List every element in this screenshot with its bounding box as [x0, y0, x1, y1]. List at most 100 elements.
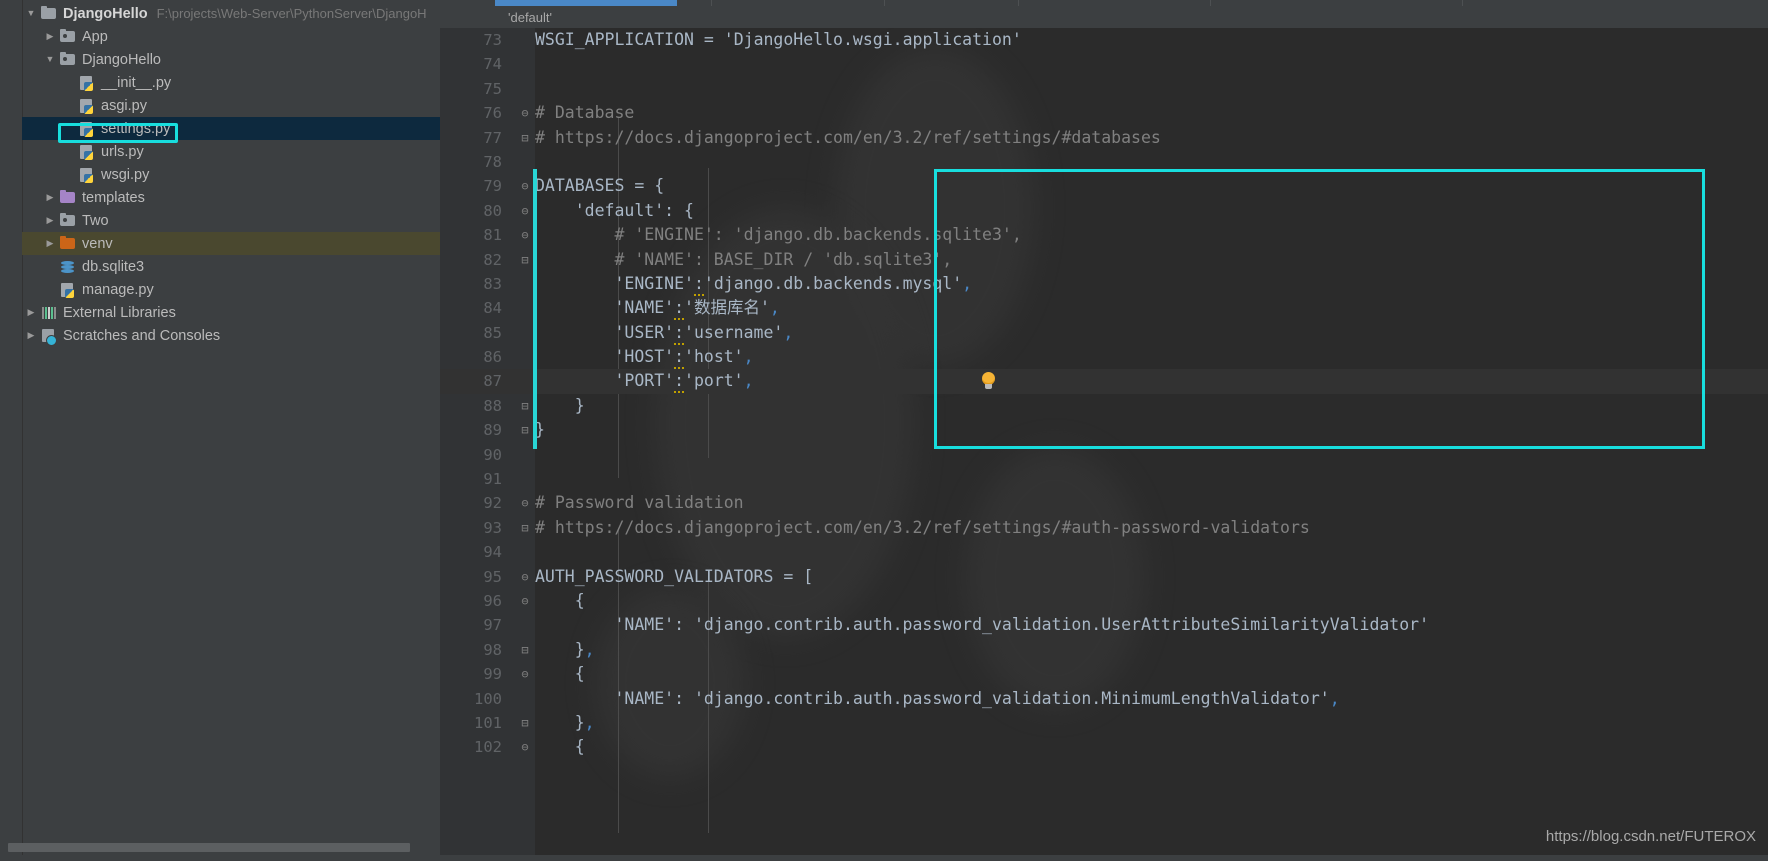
tree-item-init-py[interactable]: __init__.py [22, 71, 440, 94]
tree-item-label: Two [82, 212, 109, 229]
project-tree-horizontal-scrollbar[interactable] [8, 843, 440, 852]
line-number: 99 [483, 665, 502, 684]
code-line[interactable]: 92 ⊖ # Password validation [440, 491, 1768, 515]
code-line[interactable]: 90 [440, 443, 1768, 467]
tree-item-urls-py[interactable]: urls.py [22, 140, 440, 163]
line-number: 94 [483, 543, 502, 562]
breadcrumb-item[interactable]: 'default' [508, 10, 552, 25]
fold-end-icon[interactable]: ⊟ [518, 394, 532, 418]
tree-item-label: db.sqlite3 [82, 258, 145, 275]
code-line[interactable]: 100 'NAME': 'django.contrib.auth.passwor… [440, 687, 1768, 711]
chevron-right-icon[interactable]: ▶ [22, 331, 40, 340]
code-line[interactable]: 81 ⊖ # 'ENGINE': 'django.db.backends.sqli… [440, 223, 1768, 247]
fold-collapse-icon[interactable]: ⊖ [518, 174, 532, 198]
tree-item-two[interactable]: ▶ Two [22, 209, 440, 232]
project-tree[interactable]: ▼ DjangoHello F:\projects\Web-Server\Pytho… [22, 0, 440, 347]
tree-item-venv[interactable]: ▶ venv [22, 232, 440, 255]
code-line[interactable]: 85 'USER':'username', [440, 321, 1768, 345]
chevron-down-icon[interactable]: ▼ [41, 55, 59, 64]
code-line[interactable]: 99 ⊖ { [440, 662, 1768, 686]
fold-end-icon[interactable]: ⊟ [518, 516, 532, 540]
code-line[interactable]: 84 'NAME':'数据库名', [440, 296, 1768, 321]
editor-tab-strip[interactable] [440, 0, 1768, 7]
code-line[interactable]: 80 ⊖ 'default': { [440, 199, 1768, 223]
tree-item-djangohello[interactable]: ▼ DjangoHello [22, 48, 440, 71]
code-line[interactable]: 77 ⊟ # https://docs.djangoproject.com/en/3… [440, 126, 1768, 150]
chevron-down-icon[interactable]: ▼ [22, 9, 40, 18]
code-line[interactable]: 94 [440, 540, 1768, 564]
tree-item-db-sqlite3[interactable]: db.sqlite3 [22, 255, 440, 278]
code-line[interactable]: 76 ⊖ # Database [440, 101, 1768, 125]
project-tool-window: ▼ DjangoHello F:\projects\Web-Server\Pytho… [0, 0, 440, 861]
code-line[interactable]: 73 WSGI_APPLICATION = 'DjangoHello.wsgi.a… [440, 28, 1768, 52]
code-line[interactable]: 91 [440, 467, 1768, 491]
line-number: 89 [483, 421, 502, 440]
ide-window: ▼ DjangoHello F:\projects\Web-Server\Pytho… [0, 0, 1768, 861]
code-line[interactable]: 96 ⊖ { [440, 589, 1768, 613]
fold-collapse-icon[interactable]: ⊖ [518, 589, 532, 613]
fold-end-icon[interactable]: ⊟ [518, 248, 532, 272]
code-line[interactable]: 98 ⊟ }, [440, 638, 1768, 662]
code-line[interactable]: 79 ⊖ DATABASES = { [440, 174, 1768, 198]
fold-collapse-icon[interactable]: ⊖ [518, 662, 532, 686]
python-file-icon [78, 75, 96, 91]
code-text: }, [535, 712, 595, 732]
breadcrumb[interactable]: 'default' [440, 7, 1768, 28]
code-line[interactable]: 97 'NAME': 'django.contrib.auth.password… [440, 613, 1768, 637]
tree-item-templates[interactable]: ▶ templates [22, 186, 440, 209]
chevron-right-icon[interactable]: ▶ [41, 32, 59, 41]
tree-item-scratches-and-consoles[interactable]: ▶ Scratches and Consoles [22, 324, 440, 347]
fold-end-icon[interactable]: ⊟ [518, 126, 532, 150]
tree-item-wsgi-py[interactable]: wsgi.py [22, 163, 440, 186]
tree-item-asgi-py[interactable]: asgi.py [22, 94, 440, 117]
fold-end-icon[interactable]: ⊟ [518, 711, 532, 735]
code-line[interactable]: 93 ⊟ # https://docs.djangoproject.com/en/3… [440, 516, 1768, 540]
code-line[interactable]: 74 [440, 52, 1768, 76]
line-number: 85 [483, 323, 502, 342]
tree-item-app[interactable]: ▶ App [22, 25, 440, 48]
tree-item-manage-py[interactable]: manage.py [22, 278, 440, 301]
code-content-area[interactable]: 73 WSGI_APPLICATION = 'DjangoHello.wsgi.a… [440, 28, 1768, 861]
tree-item-settings-py[interactable]: settings.py [22, 117, 440, 140]
tree-item-djangohello[interactable]: ▼ DjangoHello F:\projects\Web-Server\Pytho… [22, 2, 440, 25]
fold-collapse-icon[interactable]: ⊖ [518, 223, 532, 247]
code-line[interactable]: 87 'PORT':'port', [440, 369, 1768, 394]
intention-bulb-icon[interactable] [981, 372, 997, 390]
fold-collapse-icon[interactable]: ⊖ [518, 491, 532, 515]
tree-item-label: urls.py [101, 143, 144, 160]
fold-collapse-icon[interactable]: ⊖ [518, 565, 532, 589]
code-line[interactable]: 86 'HOST':'host', [440, 345, 1768, 370]
fold-collapse-icon[interactable]: ⊖ [518, 199, 532, 223]
code-line[interactable]: 88 ⊟ } [440, 394, 1768, 418]
tree-item-external-libraries[interactable]: ▶ External Libraries [22, 301, 440, 324]
fold-end-icon[interactable]: ⊟ [518, 638, 532, 662]
code-text: # Database [535, 103, 635, 123]
chevron-right-icon[interactable]: ▶ [22, 308, 40, 317]
code-text: 'PORT':'port', [535, 369, 754, 394]
code-lines[interactable]: 73 WSGI_APPLICATION = 'DjangoHello.wsgi.a… [440, 28, 1768, 760]
code-text: { [535, 590, 585, 610]
chevron-right-icon[interactable]: ▶ [41, 193, 59, 202]
code-line[interactable]: 95 ⊖ AUTH_PASSWORD_VALIDATORS = [ [440, 565, 1768, 589]
code-line[interactable]: 75 [440, 77, 1768, 101]
code-line[interactable]: 102 ⊖ { [440, 735, 1768, 759]
fold-collapse-icon[interactable]: ⊖ [518, 735, 532, 759]
code-line[interactable]: 83 'ENGINE':'django.db.backends.mysql', [440, 272, 1768, 296]
code-line[interactable]: 82 ⊟ # 'NAME': BASE_DIR / 'db.sqlite3', [440, 248, 1768, 272]
fold-collapse-icon[interactable]: ⊖ [518, 101, 532, 125]
chevron-right-icon[interactable]: ▶ [41, 216, 59, 225]
watermark: https://blog.csdn.net/FUTEROX [1545, 828, 1756, 845]
line-number: 100 [474, 689, 502, 708]
folder-module-icon [59, 212, 77, 229]
code-text: 'NAME': 'django.contrib.auth.password_va… [535, 615, 1430, 635]
chevron-right-icon[interactable]: ▶ [41, 239, 59, 248]
tree-item-label: Scratches and Consoles [63, 327, 221, 344]
scrollbar-thumb[interactable] [8, 843, 410, 852]
line-number: 80 [483, 201, 502, 220]
code-line[interactable]: 101 ⊟ }, [440, 711, 1768, 735]
tab-divider [1018, 0, 1019, 6]
code-line[interactable]: 78 [440, 150, 1768, 174]
code-line[interactable]: 89 ⊟} [440, 418, 1768, 442]
vcs-change-marker[interactable] [533, 169, 537, 449]
fold-end-icon[interactable]: ⊟ [518, 418, 532, 442]
